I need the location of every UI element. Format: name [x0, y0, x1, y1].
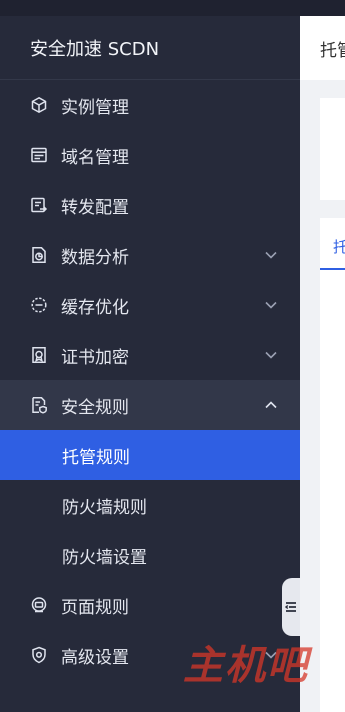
top-bar [0, 0, 345, 16]
sidebar-item-label: 域名管理 [61, 147, 129, 168]
sidebar-subitem-firewall-settings[interactable]: 防火墙设置 [0, 530, 300, 580]
sidebar-item-label: 实例管理 [61, 97, 129, 118]
forward-config-icon [30, 196, 48, 214]
sidebar-subitem-label: 防火墙规则 [62, 497, 147, 518]
active-tab-indicator [320, 268, 345, 270]
page-rule-icon [30, 596, 48, 614]
cache-icon [30, 296, 48, 314]
sidebar-item-security-rules[interactable]: 安全规则 [0, 380, 300, 430]
sidebar-item-label: 转发配置 [61, 197, 129, 218]
sidebar-item-label: 缓存优化 [61, 297, 129, 318]
sidebar-item-instances[interactable]: 实例管理 [0, 80, 300, 130]
sidebar-menu: 实例管理 域名管理 转发配置 数据分析 缓存优化 证书加密 安全规则 托管规则 … [0, 80, 300, 680]
collapse-menu-icon [285, 602, 296, 612]
sidebar-item-cache[interactable]: 缓存优化 [0, 280, 300, 330]
sidebar-item-certificates[interactable]: 证书加密 [0, 330, 300, 380]
content-panel [320, 218, 345, 712]
sidebar-item-label: 页面规则 [61, 597, 129, 618]
sidebar-subitem-label: 防火墙设置 [62, 547, 147, 568]
sidebar-item-label: 数据分析 [61, 247, 129, 268]
tab-managed-rules[interactable]: 托 [333, 236, 345, 257]
page-title: 托管 [300, 16, 345, 80]
sidebar-item-forwarding[interactable]: 转发配置 [0, 180, 300, 230]
cube-icon [30, 96, 48, 114]
sidebar-subitem-label: 托管规则 [62, 447, 130, 468]
watermark-logo: 主机吧 [183, 643, 309, 689]
chevron-down-icon [265, 301, 277, 309]
chevron-up-icon [265, 401, 277, 409]
sidebar-item-label: 安全规则 [61, 397, 129, 418]
chevron-down-icon [265, 351, 277, 359]
sidebar-item-label: 证书加密 [61, 347, 129, 368]
sidebar-subitem-firewall-rules[interactable]: 防火墙规则 [0, 480, 300, 530]
sidebar-item-domains[interactable]: 域名管理 [0, 130, 300, 180]
sidebar-item-page-rules[interactable]: 页面规则 [0, 580, 300, 630]
shield-settings-icon [30, 646, 48, 664]
data-chart-icon [30, 246, 48, 264]
sidebar-item-label: 高级设置 [61, 647, 129, 668]
app-title: 安全加速 SCDN [0, 16, 300, 80]
sidebar-subitem-managed-rules[interactable]: 托管规则 [0, 430, 300, 480]
security-doc-icon [30, 396, 48, 414]
content-card [320, 98, 345, 200]
sidebar: 安全加速 SCDN 实例管理 域名管理 转发配置 数据分析 缓存优化 证书加密 … [0, 16, 300, 712]
chevron-down-icon [265, 251, 277, 259]
sidebar-item-data-analysis[interactable]: 数据分析 [0, 230, 300, 280]
domain-window-icon [30, 146, 48, 164]
certificate-icon [30, 346, 48, 364]
